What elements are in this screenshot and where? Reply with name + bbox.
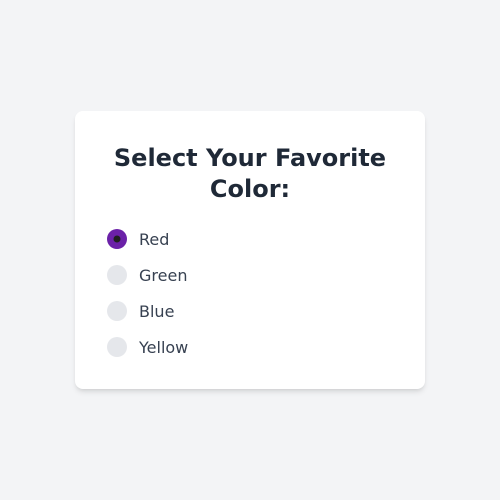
option-label: Blue (139, 302, 174, 321)
radio-yellow[interactable] (107, 337, 127, 357)
option-yellow[interactable]: Yellow (107, 337, 393, 357)
radio-green[interactable] (107, 265, 127, 285)
radio-red[interactable] (107, 229, 127, 249)
card-title: Select Your Favorite Color: (107, 143, 393, 205)
option-label: Red (139, 230, 169, 249)
option-label: Green (139, 266, 187, 285)
color-select-card: Select Your Favorite Color: Red Green Bl… (75, 111, 425, 389)
option-green[interactable]: Green (107, 265, 393, 285)
option-label: Yellow (139, 338, 188, 357)
option-blue[interactable]: Blue (107, 301, 393, 321)
options-list: Red Green Blue Yellow (107, 229, 393, 357)
option-red[interactable]: Red (107, 229, 393, 249)
radio-blue[interactable] (107, 301, 127, 321)
